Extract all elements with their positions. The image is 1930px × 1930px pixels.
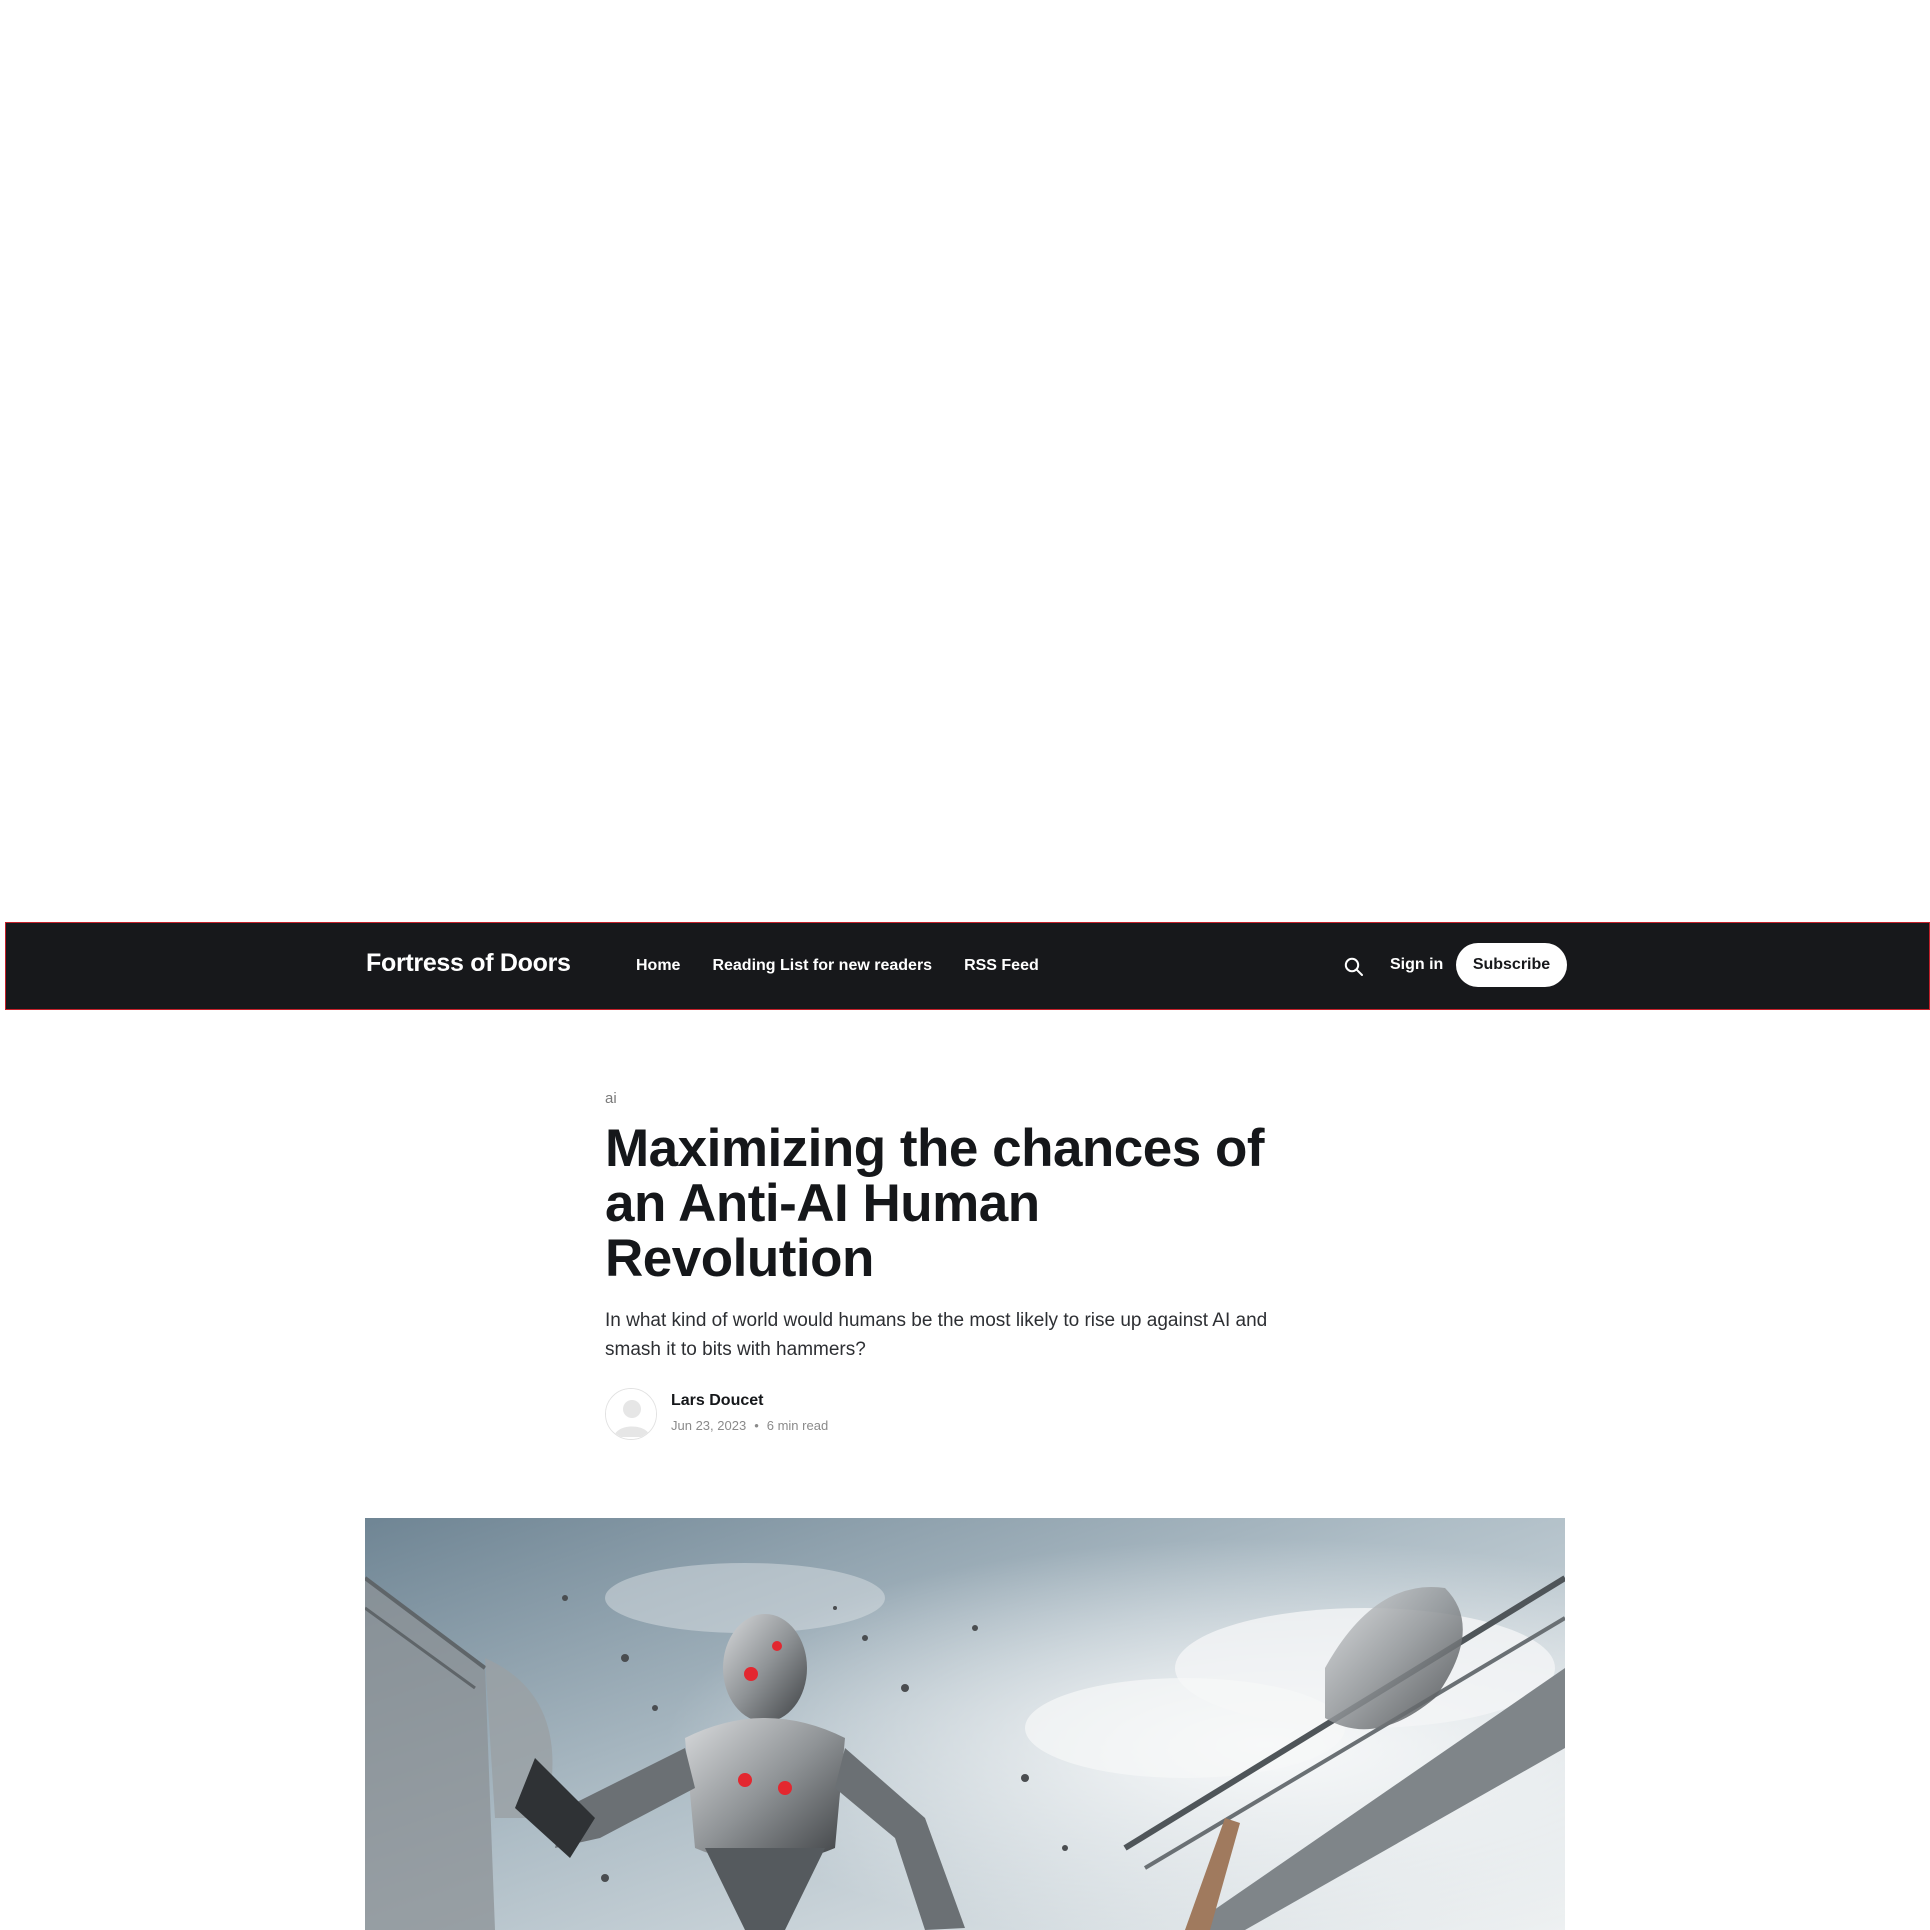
reading-time: 6 min read (766, 1418, 829, 1433)
page: Fortress of Doors Home Reading List for … (0, 0, 1930, 1930)
feature-image (365, 1518, 1565, 1930)
byline: Lars Doucet Jun 23, 2023 • 6 min read (605, 1388, 1325, 1444)
search-icon[interactable] (1343, 956, 1365, 978)
nav-item-home[interactable]: Home (636, 957, 680, 975)
article-header: ai Maximizing the chances of an Anti-AI … (605, 1090, 1325, 1444)
nav-item-rss-feed[interactable]: RSS Feed (964, 957, 1039, 975)
site-header: Fortress of Doors Home Reading List for … (5, 922, 1930, 1010)
publish-date: Jun 23, 2023 (671, 1418, 747, 1433)
sign-in-link[interactable]: Sign in (1390, 956, 1443, 974)
site-title[interactable]: Fortress of Doors (366, 949, 571, 978)
post-meta: Jun 23, 2023 • 6 min read (671, 1418, 828, 1433)
main-nav: Home Reading List for new readers RSS Fe… (636, 957, 1039, 975)
article-title: Maximizing the chances of an Anti-AI Hum… (605, 1119, 1264, 1288)
primary-tag[interactable]: ai (605, 1090, 1325, 1107)
meta-separator: • (754, 1418, 759, 1433)
nav-item-reading-list[interactable]: Reading List for new readers (712, 957, 932, 975)
author-avatar[interactable] (605, 1388, 657, 1440)
subscribe-button[interactable]: Subscribe (1456, 943, 1567, 987)
author-name[interactable]: Lars Doucet (671, 1392, 763, 1410)
article-excerpt: In what kind of world would humans be th… (605, 1310, 1268, 1360)
